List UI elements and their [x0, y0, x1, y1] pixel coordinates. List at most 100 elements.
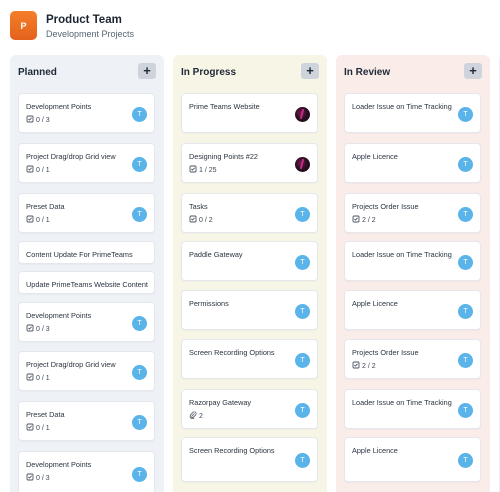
task-card[interactable]: Apple Licence T — [344, 437, 481, 482]
card-title: Project Drag/drop Grid view — [26, 360, 116, 369]
checklist-icon — [189, 215, 197, 225]
card-meta-value: 0 / 1 — [36, 216, 50, 224]
card-meta: 2 / 2 — [352, 361, 376, 371]
task-card[interactable]: Screen Recording Options T — [181, 437, 318, 482]
card-meta: 1 / 25 — [189, 165, 217, 175]
team-logo[interactable]: P — [10, 11, 37, 40]
card-meta-value: 0 / 1 — [36, 166, 50, 174]
task-card[interactable]: Screen Recording Options T — [181, 339, 318, 379]
assignee-avatar[interactable]: T — [132, 207, 147, 222]
card-title: Screen Recording Options — [189, 348, 275, 357]
task-card[interactable]: Development Points 0 / 3 T — [18, 93, 155, 133]
assignee-avatar[interactable]: T — [295, 207, 310, 222]
task-card[interactable]: Development Points 0 / 3 T — [18, 451, 155, 492]
card-title: Tasks — [189, 202, 208, 211]
card-title: Project Drag/drop Grid view — [26, 152, 116, 161]
assignee-avatar[interactable]: T — [132, 316, 147, 331]
card-meta-value: 0 / 2 — [199, 216, 213, 224]
card-meta-value: 0 / 3 — [36, 474, 50, 482]
card-meta: 2 — [189, 411, 203, 421]
card-title: Razorpay Gateway — [189, 398, 252, 407]
assignee-avatar[interactable]: T — [132, 365, 147, 380]
column-header: Planned + — [10, 55, 164, 87]
board-header: P Product Team Development Projects — [0, 0, 500, 50]
column-in-progress: In Progress + Prime Teams Website Designi… — [173, 55, 327, 492]
add-card-button[interactable]: + — [301, 63, 319, 79]
column-header: In Progress + — [173, 55, 327, 87]
card-meta-value: 0 / 3 — [36, 325, 50, 333]
task-card[interactable]: Paddle Gateway T — [181, 241, 318, 281]
task-card[interactable]: Loader Issue on Time Tracking T — [344, 93, 481, 133]
board-subtitle: Development Projects — [46, 29, 135, 39]
checklist-icon — [26, 473, 34, 483]
assignee-avatar[interactable] — [295, 107, 310, 122]
task-card[interactable]: Development Points 0 / 3 T — [18, 302, 155, 342]
card-meta: 2 / 2 — [352, 215, 376, 225]
card-title: Projects Order Issue — [352, 202, 419, 211]
assignee-avatar[interactable]: T — [132, 107, 147, 122]
assignee-avatar[interactable]: T — [458, 304, 473, 319]
card-title: Development Points — [26, 311, 92, 320]
assignee-avatar[interactable]: T — [295, 304, 310, 319]
task-card[interactable]: Projects Order Issue 2 / 2 T — [344, 193, 481, 233]
card-title: Prime Teams Website — [189, 102, 260, 111]
task-card[interactable]: Preset Data 0 / 1 T — [18, 401, 155, 441]
task-card[interactable]: Designing Points #22 1 / 25 — [181, 143, 318, 183]
task-card[interactable]: Prime Teams Website — [181, 93, 318, 133]
card-title: Projects Order Issue — [352, 348, 419, 357]
card-meta-value: 2 / 2 — [362, 362, 376, 370]
task-card[interactable]: Preset Data 0 / 1 T — [18, 193, 155, 233]
task-card[interactable]: Loader Issue on Time Tracking T — [344, 389, 481, 429]
checklist-icon — [352, 215, 360, 225]
card-title: Update PrimeTeams Website Content — [26, 280, 148, 289]
task-card[interactable]: Projects Order Issue 2 / 2 T — [344, 339, 481, 379]
checklist-icon — [26, 373, 34, 383]
assignee-avatar[interactable]: T — [458, 207, 473, 222]
assignee-avatar[interactable]: T — [458, 453, 473, 468]
assignee-avatar[interactable]: T — [295, 403, 310, 418]
assignee-avatar[interactable]: T — [295, 353, 310, 368]
card-title: Development Points — [26, 460, 92, 469]
task-card[interactable]: Project Drag/drop Grid view 0 / 1 T — [18, 143, 155, 183]
card-title: Loader Issue on Time Tracking — [352, 250, 452, 259]
card-title: Apple Licence — [352, 299, 398, 308]
task-card[interactable]: Apple Licence T — [344, 290, 481, 330]
assignee-avatar[interactable]: T — [295, 255, 310, 270]
assignee-avatar[interactable] — [295, 157, 310, 172]
card-meta-value: 0 / 3 — [36, 116, 50, 124]
card-title: Development Points — [26, 102, 92, 111]
assignee-avatar[interactable]: T — [132, 415, 147, 430]
task-card[interactable]: Update PrimeTeams Website Content — [18, 271, 155, 294]
card-meta: 0 / 1 — [26, 165, 50, 175]
assignee-avatar[interactable]: T — [458, 403, 473, 418]
card-title: Preset Data — [26, 410, 65, 419]
task-card[interactable]: Permissions T — [181, 290, 318, 330]
assignee-avatar[interactable]: T — [458, 107, 473, 122]
column-title: In Review — [344, 67, 391, 78]
assignee-avatar[interactable]: T — [132, 467, 147, 482]
assignee-avatar[interactable]: T — [132, 157, 147, 172]
card-title: Apple Licence — [352, 446, 398, 455]
column-in-review: In Review + Loader Issue on Time Trackin… — [336, 55, 490, 492]
checklist-icon — [26, 115, 34, 125]
checklist-icon — [26, 215, 34, 225]
task-card[interactable]: Razorpay Gateway 2 T — [181, 389, 318, 429]
card-meta: 0 / 3 — [26, 324, 50, 334]
add-card-button[interactable]: + — [138, 63, 156, 79]
task-card[interactable]: Apple Licence T — [344, 143, 481, 183]
assignee-avatar[interactable]: T — [458, 353, 473, 368]
card-meta-value: 2 / 2 — [362, 216, 376, 224]
paperclip-icon — [189, 411, 197, 421]
assignee-avatar[interactable]: T — [458, 157, 473, 172]
assignee-avatar[interactable]: T — [458, 255, 473, 270]
card-meta: 0 / 1 — [26, 423, 50, 433]
assignee-avatar[interactable]: T — [295, 453, 310, 468]
checklist-icon — [26, 423, 34, 433]
task-card[interactable]: Loader Issue on Time Tracking T — [344, 241, 481, 281]
task-card[interactable]: Content Update For PrimeTeams — [18, 241, 155, 264]
add-card-button[interactable]: + — [464, 63, 482, 79]
column-header: In Review + — [336, 55, 490, 87]
card-title: Loader Issue on Time Tracking — [352, 102, 452, 111]
task-card[interactable]: Tasks 0 / 2 T — [181, 193, 318, 233]
task-card[interactable]: Project Drag/drop Grid view 0 / 1 T — [18, 351, 155, 391]
